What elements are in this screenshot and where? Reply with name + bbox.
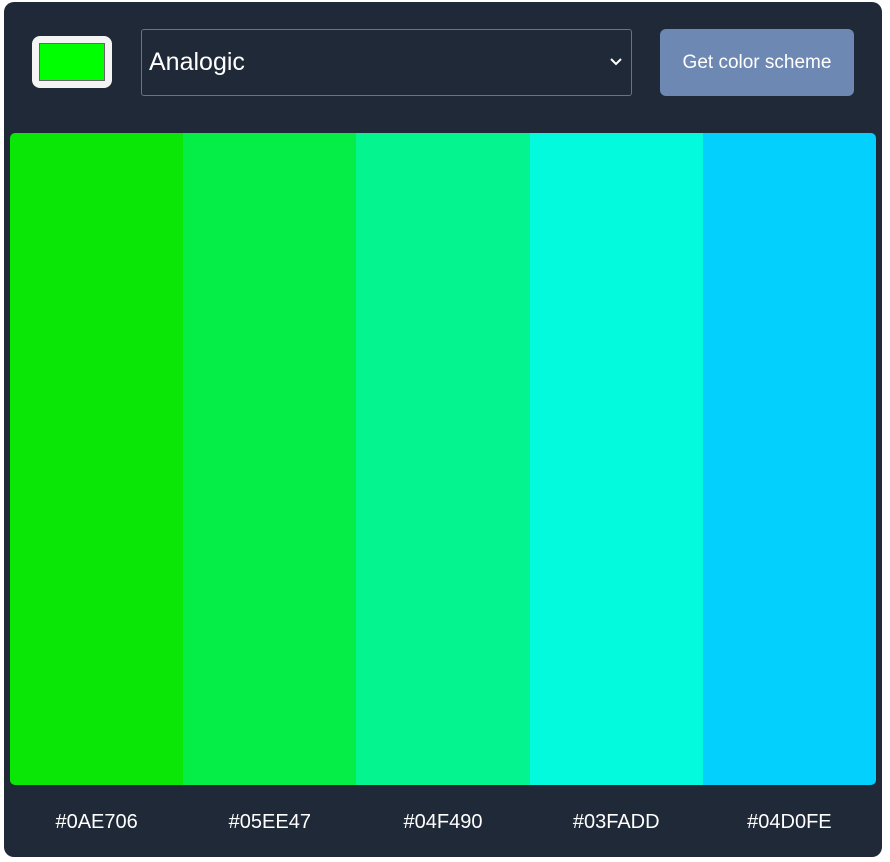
hex-code-1[interactable]: #0AE706 — [10, 807, 183, 837]
color-column-2[interactable] — [183, 133, 357, 785]
scheme-mode-select[interactable]: Analogic — [141, 29, 632, 96]
color-column-5[interactable] — [702, 133, 876, 785]
hex-code-row: #0AE706 #05EE47 #04F490 #03FADD #04D0FE — [10, 807, 876, 837]
hex-code-5[interactable]: #04D0FE — [703, 807, 876, 837]
color-column-1[interactable] — [10, 133, 184, 785]
seed-color-picker[interactable] — [32, 36, 112, 88]
hex-code-2[interactable]: #05EE47 — [183, 807, 356, 837]
color-scheme-strip — [10, 133, 876, 785]
hex-code-4[interactable]: #03FADD — [530, 807, 703, 837]
color-column-4[interactable] — [529, 133, 703, 785]
seed-color-swatch[interactable] — [39, 43, 105, 81]
chevron-down-icon — [610, 58, 622, 66]
color-column-3[interactable] — [356, 133, 530, 785]
hex-code-3[interactable]: #04F490 — [356, 807, 529, 837]
get-color-scheme-button[interactable]: Get color scheme — [660, 29, 854, 96]
scheme-mode-value: Analogic — [149, 48, 245, 76]
color-scheme-app: Analogic Get color scheme #0AE706 #05EE4… — [4, 2, 882, 857]
